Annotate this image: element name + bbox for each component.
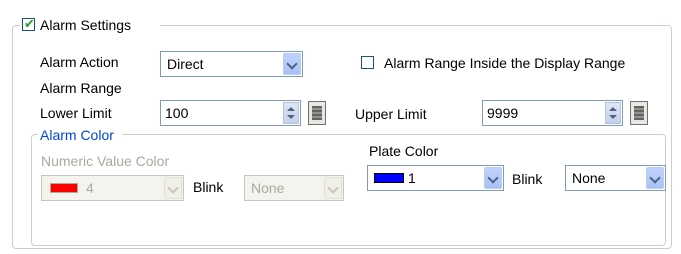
lower-limit-keypad-button[interactable] [308, 101, 326, 125]
upper-limit-keypad-button[interactable] [630, 101, 648, 125]
alarm-color-title: Alarm Color [40, 127, 114, 143]
chevron-down-icon[interactable] [164, 177, 182, 199]
upper-limit-input[interactable]: 9999 [482, 100, 623, 126]
spin-up-icon[interactable] [609, 107, 617, 111]
keypad-icon [634, 106, 644, 120]
alarm-range-label: Alarm Range [40, 80, 122, 96]
inside-display-range-checkbox[interactable] [361, 56, 374, 69]
plate-color-value: 1 [408, 170, 416, 186]
spin-down-icon[interactable] [287, 115, 295, 119]
alarm-settings-checkbox[interactable]: ✔ [22, 16, 35, 31]
upper-limit-spin-buttons[interactable] [605, 102, 621, 124]
plate-color-swatch [374, 173, 404, 183]
chevron-down-icon[interactable] [646, 167, 664, 189]
spin-up-icon[interactable] [287, 107, 295, 111]
lower-limit-input[interactable]: 100 [160, 100, 301, 126]
keypad-icon [312, 106, 322, 120]
inside-display-range-label[interactable]: Alarm Range Inside the Display Range [384, 55, 625, 71]
alarm-action-label: Alarm Action [40, 54, 119, 70]
numeric-blink-select[interactable]: None [244, 175, 344, 201]
check-icon: ✔ [24, 16, 35, 31]
plate-blink-label: Blink [512, 171, 543, 187]
plate-color-label: Plate Color [369, 143, 439, 159]
alarm-action-value: Direct [167, 56, 204, 72]
lower-limit-value: 100 [165, 105, 189, 121]
lower-limit-spin-buttons[interactable] [283, 102, 299, 124]
numeric-value-color-label: Numeric Value Color [41, 153, 170, 169]
plate-blink-select[interactable]: None [565, 165, 666, 191]
chevron-down-icon[interactable] [324, 177, 342, 199]
upper-limit-label: Upper Limit [355, 106, 427, 122]
chevron-down-icon[interactable] [283, 53, 301, 75]
plate-color-select[interactable]: 1 [367, 165, 504, 191]
numeric-value-color-swatch [50, 183, 78, 193]
upper-limit-value: 9999 [487, 105, 519, 121]
numeric-value-color-value: 4 [86, 180, 94, 196]
alarm-settings-title: Alarm Settings [40, 17, 132, 33]
numeric-blink-value: None [251, 180, 285, 196]
numeric-value-color-select[interactable]: 4 [41, 175, 184, 201]
plate-blink-value: None [572, 170, 606, 186]
lower-limit-label: Lower Limit [40, 105, 112, 121]
numeric-blink-label: Blink [193, 179, 224, 195]
alarm-action-select[interactable]: Direct [160, 51, 303, 77]
spin-down-icon[interactable] [609, 115, 617, 119]
chevron-down-icon[interactable] [484, 167, 502, 189]
